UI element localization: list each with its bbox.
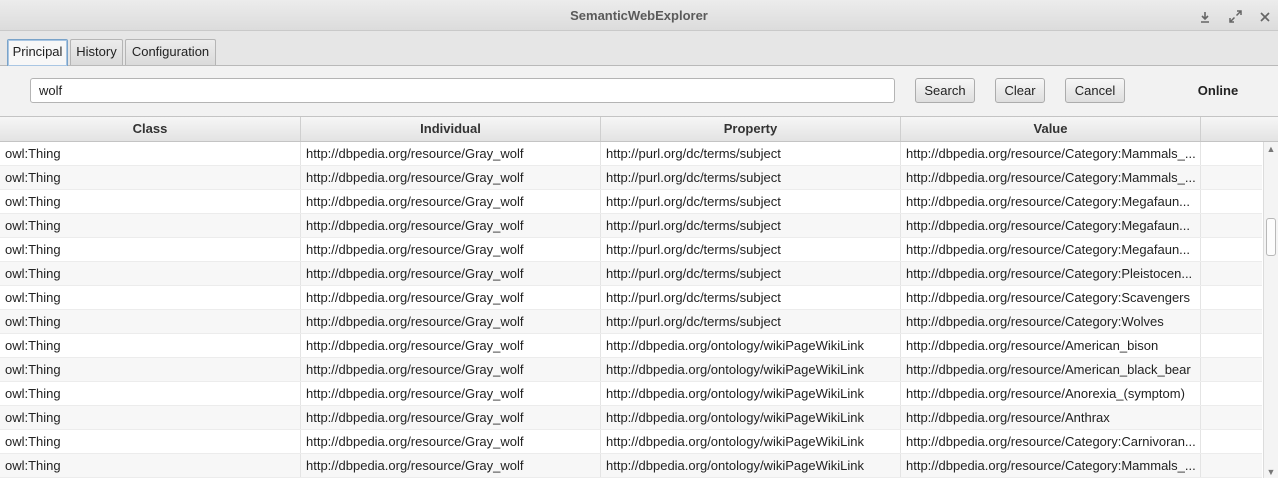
cell-class: owl:Thing	[0, 262, 301, 285]
table-row[interactable]: owl:Thing http://dbpedia.org/resource/Gra…	[0, 190, 1262, 214]
cell-value: http://dbpedia.org/resource/Category:Ple…	[901, 262, 1201, 285]
cell-property: http://dbpedia.org/ontology/wikiPageWiki…	[601, 406, 901, 429]
table-row[interactable]: owl:Thing http://dbpedia.org/resource/Gra…	[0, 166, 1262, 190]
scrollbar-thumb[interactable]	[1266, 218, 1276, 256]
download-icon[interactable]	[1194, 0, 1216, 31]
table-row[interactable]: owl:Thing http://dbpedia.org/resource/Gra…	[0, 142, 1262, 166]
cell-class: owl:Thing	[0, 214, 301, 237]
cell-individual: http://dbpedia.org/resource/Gray_wolf	[301, 190, 601, 213]
cell-property: http://purl.org/dc/terms/subject	[601, 214, 901, 237]
scroll-down-icon[interactable]: ▼	[1264, 467, 1278, 477]
cell-individual: http://dbpedia.org/resource/Gray_wolf	[301, 142, 601, 165]
table-header: Class Individual Property Value	[0, 117, 1278, 142]
table-row[interactable]: owl:Thing http://dbpedia.org/resource/Gra…	[0, 406, 1262, 430]
column-header-individual[interactable]: Individual	[301, 117, 601, 141]
cell-value: http://dbpedia.org/resource/Category:Meg…	[901, 190, 1201, 213]
cell-class: owl:Thing	[0, 406, 301, 429]
window-title: SemanticWebExplorer	[570, 8, 708, 23]
cell-class: owl:Thing	[0, 190, 301, 213]
cell-class: owl:Thing	[0, 166, 301, 189]
table-row[interactable]: owl:Thing http://dbpedia.org/resource/Gra…	[0, 358, 1262, 382]
cell-property: http://purl.org/dc/terms/subject	[601, 310, 901, 333]
column-header-class[interactable]: Class	[0, 117, 301, 141]
cell-property: http://purl.org/dc/terms/subject	[601, 286, 901, 309]
table-row[interactable]: owl:Thing http://dbpedia.org/resource/Gra…	[0, 238, 1262, 262]
cell-value: http://dbpedia.org/resource/American_bla…	[901, 358, 1201, 381]
cell-individual: http://dbpedia.org/resource/Gray_wolf	[301, 382, 601, 405]
cell-property: http://purl.org/dc/terms/subject	[601, 190, 901, 213]
cell-value: http://dbpedia.org/resource/American_bis…	[901, 334, 1201, 357]
scroll-up-icon[interactable]: ▲	[1264, 144, 1278, 154]
cell-individual: http://dbpedia.org/resource/Gray_wolf	[301, 430, 601, 453]
cell-property: http://purl.org/dc/terms/subject	[601, 262, 901, 285]
search-toolbar: Search Clear Cancel Online	[0, 66, 1278, 116]
cell-class: owl:Thing	[0, 142, 301, 165]
cell-value: http://dbpedia.org/resource/Category:Sca…	[901, 286, 1201, 309]
vertical-scrollbar[interactable]: ▲ ▼	[1263, 142, 1278, 478]
tab-principal[interactable]: Principal	[7, 39, 68, 66]
cell-individual: http://dbpedia.org/resource/Gray_wolf	[301, 310, 601, 333]
cell-property: http://purl.org/dc/terms/subject	[601, 166, 901, 189]
cell-property: http://dbpedia.org/ontology/wikiPageWiki…	[601, 334, 901, 357]
column-header-property[interactable]: Property	[601, 117, 901, 141]
clear-button[interactable]: Clear	[995, 78, 1045, 103]
cell-class: owl:Thing	[0, 286, 301, 309]
column-header-value[interactable]: Value	[901, 117, 1201, 141]
cell-class: owl:Thing	[0, 310, 301, 333]
cell-individual: http://dbpedia.org/resource/Gray_wolf	[301, 262, 601, 285]
table-row[interactable]: owl:Thing http://dbpedia.org/resource/Gra…	[0, 382, 1262, 406]
cell-property: http://dbpedia.org/ontology/wikiPageWiki…	[601, 358, 901, 381]
search-input[interactable]	[30, 78, 895, 103]
cell-class: owl:Thing	[0, 334, 301, 357]
cell-individual: http://dbpedia.org/resource/Gray_wolf	[301, 286, 601, 309]
search-button[interactable]: Search	[915, 78, 975, 103]
title-bar: SemanticWebExplorer	[0, 0, 1278, 31]
table-row[interactable]: owl:Thing http://dbpedia.org/resource/Gra…	[0, 454, 1262, 478]
table-row[interactable]: owl:Thing http://dbpedia.org/resource/Gra…	[0, 262, 1262, 286]
table-row[interactable]: owl:Thing http://dbpedia.org/resource/Gra…	[0, 286, 1262, 310]
cell-class: owl:Thing	[0, 430, 301, 453]
results-table: Class Individual Property Value owl:Thin…	[0, 116, 1278, 478]
cell-individual: http://dbpedia.org/resource/Gray_wolf	[301, 406, 601, 429]
cell-value: http://dbpedia.org/resource/Category:Car…	[901, 430, 1201, 453]
cell-individual: http://dbpedia.org/resource/Gray_wolf	[301, 166, 601, 189]
cell-value: http://dbpedia.org/resource/Category:Meg…	[901, 214, 1201, 237]
close-icon[interactable]	[1254, 0, 1276, 31]
cell-property: http://purl.org/dc/terms/subject	[601, 142, 901, 165]
table-row[interactable]: owl:Thing http://dbpedia.org/resource/Gra…	[0, 310, 1262, 334]
cell-individual: http://dbpedia.org/resource/Gray_wolf	[301, 238, 601, 261]
cell-class: owl:Thing	[0, 382, 301, 405]
cell-value: http://dbpedia.org/resource/Category:Mam…	[901, 454, 1201, 477]
table-row[interactable]: owl:Thing http://dbpedia.org/resource/Gra…	[0, 430, 1262, 454]
cell-individual: http://dbpedia.org/resource/Gray_wolf	[301, 334, 601, 357]
tab-history[interactable]: History	[70, 39, 123, 65]
cell-value: http://dbpedia.org/resource/Anthrax	[901, 406, 1201, 429]
cell-class: owl:Thing	[0, 358, 301, 381]
table-row[interactable]: owl:Thing http://dbpedia.org/resource/Gra…	[0, 214, 1262, 238]
cell-individual: http://dbpedia.org/resource/Gray_wolf	[301, 454, 601, 477]
table-body: owl:Thing http://dbpedia.org/resource/Gra…	[0, 142, 1262, 478]
cell-class: owl:Thing	[0, 454, 301, 477]
cell-class: owl:Thing	[0, 238, 301, 261]
cell-individual: http://dbpedia.org/resource/Gray_wolf	[301, 214, 601, 237]
cell-property: http://dbpedia.org/ontology/wikiPageWiki…	[601, 454, 901, 477]
connection-status: Online	[1197, 83, 1239, 98]
tab-configuration[interactable]: Configuration	[125, 39, 216, 65]
cell-property: http://dbpedia.org/ontology/wikiPageWiki…	[601, 430, 901, 453]
cell-value: http://dbpedia.org/resource/Category:Mam…	[901, 142, 1201, 165]
cell-property: http://dbpedia.org/ontology/wikiPageWiki…	[601, 382, 901, 405]
cell-value: http://dbpedia.org/resource/Category:Wol…	[901, 310, 1201, 333]
maximize-icon[interactable]	[1224, 0, 1246, 31]
cell-individual: http://dbpedia.org/resource/Gray_wolf	[301, 358, 601, 381]
table-row[interactable]: owl:Thing http://dbpedia.org/resource/Gra…	[0, 334, 1262, 358]
cell-value: http://dbpedia.org/resource/Anorexia_(sy…	[901, 382, 1201, 405]
cell-value: http://dbpedia.org/resource/Category:Meg…	[901, 238, 1201, 261]
tab-bar: Principal History Configuration	[0, 31, 1278, 66]
cell-property: http://purl.org/dc/terms/subject	[601, 238, 901, 261]
cell-value: http://dbpedia.org/resource/Category:Mam…	[901, 166, 1201, 189]
cancel-button[interactable]: Cancel	[1065, 78, 1125, 103]
